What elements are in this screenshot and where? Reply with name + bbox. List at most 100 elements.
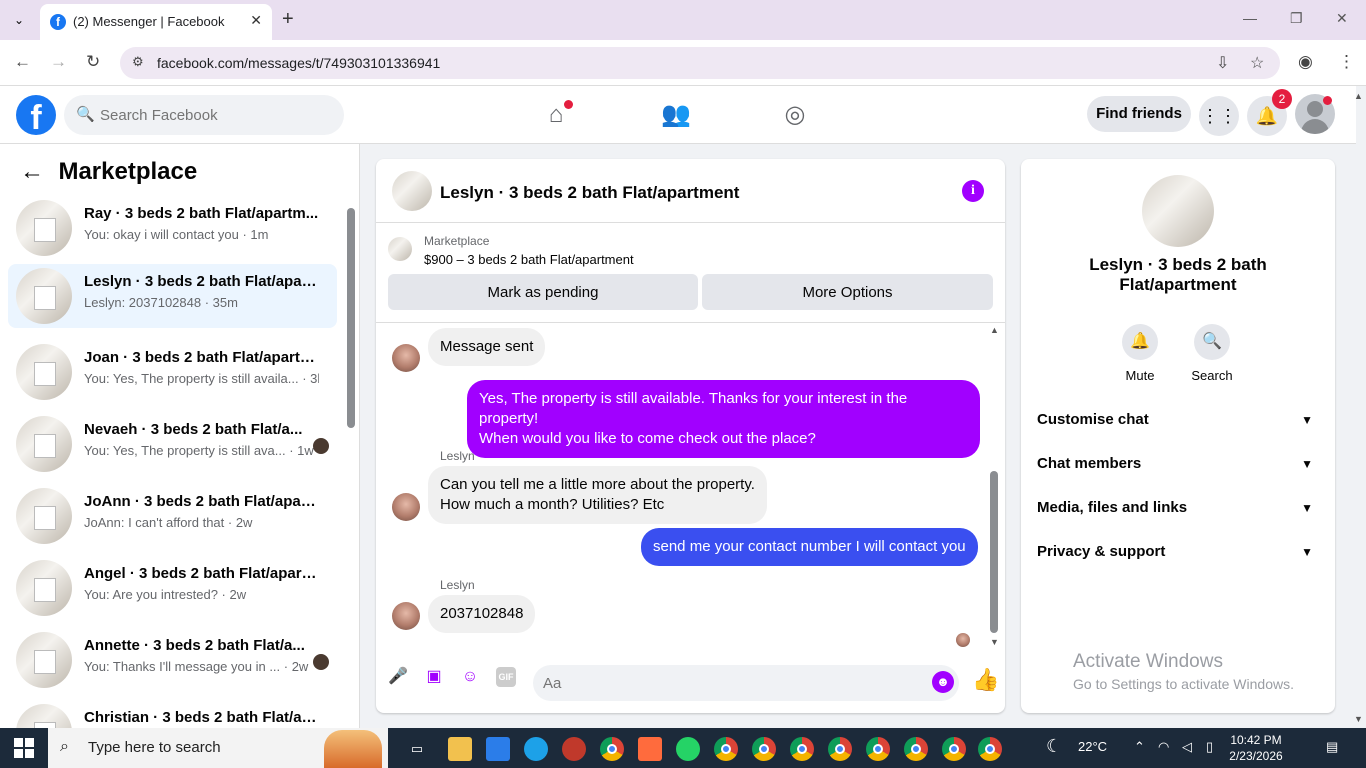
sender-name: Leslyn — [440, 449, 475, 463]
message-input[interactable] — [533, 665, 959, 701]
tab-search-dropdown[interactable]: ⌄ — [8, 10, 30, 30]
microsoft-store-icon[interactable] — [486, 737, 510, 761]
windows-taskbar: ⌕ Type here to search ▭ ☾ 22°C ⌃ ◠ ◁ ▯ 1… — [0, 728, 1366, 768]
page-scroll-up-icon[interactable]: ▲ — [1354, 91, 1363, 101]
microphone-icon[interactable]: 🎤 — [388, 667, 408, 687]
conversation-item-leslyn[interactable]: Leslyn · 3 beds 2 bath Flat/apart... Les… — [8, 264, 337, 328]
chrome-profile-icon[interactable] — [714, 737, 738, 761]
gif-icon[interactable]: GIF — [496, 667, 516, 687]
sidebar-scrollbar[interactable] — [347, 208, 355, 428]
edge-icon[interactable] — [524, 737, 548, 761]
chrome-profile-icon[interactable] — [866, 737, 890, 761]
friends-icon[interactable]: 👥 — [661, 100, 691, 130]
chrome-icon[interactable] — [600, 737, 624, 761]
close-tab-icon[interactable]: ✕ — [250, 12, 262, 29]
conversation-name: Joan · 3 beds 2 bath Flat/apartm... — [84, 349, 319, 366]
listing-thumbnail — [16, 344, 72, 400]
chrome-profile-icon[interactable] — [904, 737, 928, 761]
back-arrow-icon[interactable]: ← — [20, 158, 44, 185]
read-receipt-avatar — [956, 633, 970, 647]
conversation-name: Annette · 3 beds 2 bath Flat/a... — [84, 637, 305, 654]
file-explorer-icon[interactable] — [448, 737, 472, 761]
weather-moon-icon[interactable]: ☾ — [1046, 736, 1062, 757]
message-bubble-incoming: Can you tell me a little more about the … — [428, 466, 767, 524]
scroll-down-icon[interactable]: ▼ — [990, 637, 999, 647]
privacy-support-section[interactable]: Privacy & support ▼ — [1037, 538, 1319, 566]
conversation-item-angel[interactable]: Angel · 3 beds 2 bath Flat/apart... You:… — [8, 556, 337, 620]
restore-icon[interactable]: ❐ — [1290, 10, 1303, 27]
emoji-icon[interactable]: ☻ — [932, 671, 954, 693]
chrome-profile-icon[interactable] — [942, 737, 966, 761]
profile-icon[interactable]: ◉ — [1298, 52, 1313, 72]
new-tab-icon[interactable]: + — [282, 8, 294, 31]
facebook-search[interactable]: 🔍 — [64, 95, 344, 135]
bookmark-star-icon[interactable]: ☆ — [1250, 53, 1264, 73]
groups-icon[interactable]: ◎ — [780, 100, 810, 130]
browser-tab-bar: ⌄ f (2) Messenger | Facebook ✕ + — ❐ ✕ — [0, 0, 1366, 40]
find-friends-button[interactable]: Find friends — [1087, 96, 1191, 132]
mark-as-pending-button[interactable]: Mark as pending — [388, 274, 698, 310]
page-scroll-down-icon[interactable]: ▼ — [1354, 714, 1363, 724]
seen-avatar — [313, 438, 329, 454]
taskbar-search[interactable]: ⌕ Type here to search — [48, 728, 388, 768]
facebook-favicon-icon: f — [50, 14, 66, 30]
wifi-icon[interactable]: ◠ — [1158, 739, 1169, 755]
app-icon[interactable] — [562, 737, 586, 761]
site-info-icon[interactable]: ⚙ — [132, 54, 144, 70]
chrome-profile-icon[interactable] — [790, 737, 814, 761]
conversation-item-nevaeh[interactable]: Nevaeh · 3 beds 2 bath Flat/a... You: Ye… — [8, 412, 337, 476]
conversation-item-joan[interactable]: Joan · 3 beds 2 bath Flat/apartm... You:… — [8, 340, 337, 404]
whatsapp-icon[interactable] — [676, 737, 700, 761]
facebook-search-input[interactable] — [100, 95, 336, 135]
tray-overflow-icon[interactable]: ⌃ — [1134, 739, 1145, 755]
home-notification-dot — [564, 100, 573, 109]
menu-grid-icon[interactable]: ⋮⋮ — [1199, 96, 1239, 136]
install-app-icon[interactable]: ⇩ — [1216, 53, 1229, 73]
weather-temperature[interactable]: 22°C — [1078, 739, 1107, 754]
taskbar-clock[interactable]: 10:42 PM 2/23/2026 — [1226, 732, 1286, 764]
browser-tab[interactable]: f (2) Messenger | Facebook ✕ — [40, 4, 272, 40]
browser-menu-icon[interactable]: ⋮ — [1338, 52, 1355, 72]
minimize-icon[interactable]: — — [1243, 10, 1257, 26]
volume-icon[interactable]: ◁ — [1182, 739, 1192, 755]
scroll-up-icon[interactable]: ▲ — [990, 325, 999, 335]
conversation-item-christian[interactable]: Christian · 3 beds 2 bath Flat/ap... — [8, 700, 337, 728]
media-files-links-section[interactable]: Media, files and links ▼ — [1037, 494, 1319, 522]
search-chat-button[interactable]: 🔍 Search — [1182, 324, 1242, 383]
details-listing-thumbnail[interactable] — [1142, 175, 1214, 247]
mute-button[interactable]: 🔔 Mute — [1110, 324, 1170, 383]
active-app-icon[interactable] — [638, 737, 662, 761]
chat-title[interactable]: Leslyn · 3 beds 2 bath Flat/apartment — [440, 183, 739, 203]
details-title-line: Flat/apartment — [1119, 275, 1237, 294]
more-options-button[interactable]: More Options — [702, 274, 993, 310]
close-window-icon[interactable]: ✕ — [1336, 10, 1348, 27]
facebook-logo-icon[interactable]: f — [16, 95, 56, 135]
forward-icon[interactable]: → — [50, 52, 67, 72]
task-view-icon[interactable]: ▭ — [405, 737, 429, 761]
chrome-profile-icon[interactable] — [828, 737, 852, 761]
conversation-item-ray[interactable]: Ray · 3 beds 2 bath Flat/apartm... You: … — [8, 196, 337, 260]
back-icon[interactable]: ← — [14, 52, 31, 72]
notification-center-icon[interactable]: ▤ — [1326, 739, 1338, 755]
section-label: Media, files and links — [1037, 499, 1188, 516]
chat-members-section[interactable]: Chat members ▼ — [1037, 450, 1319, 478]
chat-listing-thumbnail[interactable] — [392, 171, 432, 211]
conversation-item-joann[interactable]: JoAnn · 3 beds 2 bath Flat/apart... JoAn… — [8, 484, 337, 548]
chrome-profile-icon[interactable] — [978, 737, 1002, 761]
conversation-item-annette[interactable]: Annette · 3 beds 2 bath Flat/a... You: T… — [8, 628, 337, 692]
search-icon: ⌕ — [60, 738, 69, 755]
windows-start-icon[interactable] — [14, 738, 34, 758]
battery-icon[interactable]: ▯ — [1206, 739, 1213, 755]
message-line: Yes, The property is still available. Th… — [479, 390, 908, 427]
photo-icon[interactable]: ▣ — [424, 667, 444, 687]
reload-icon[interactable]: ↻ — [86, 52, 100, 72]
chat-scrollbar[interactable] — [990, 471, 998, 633]
address-bar-row: ← → ↻ ⚙ facebook.com/messages/t/74930310… — [0, 40, 1366, 86]
listing-price-title[interactable]: $900 – 3 beds 2 bath Flat/apartment — [424, 252, 634, 267]
sticker-icon[interactable]: ☺ — [460, 667, 480, 687]
info-icon[interactable]: i — [962, 180, 984, 202]
thumbs-up-icon[interactable]: 👍 — [972, 667, 999, 693]
customise-chat-section[interactable]: Customise chat ▼ — [1037, 406, 1319, 434]
chrome-profile-icon[interactable] — [752, 737, 776, 761]
omnibox[interactable]: ⚙ facebook.com/messages/t/74930310133694… — [120, 47, 1280, 79]
